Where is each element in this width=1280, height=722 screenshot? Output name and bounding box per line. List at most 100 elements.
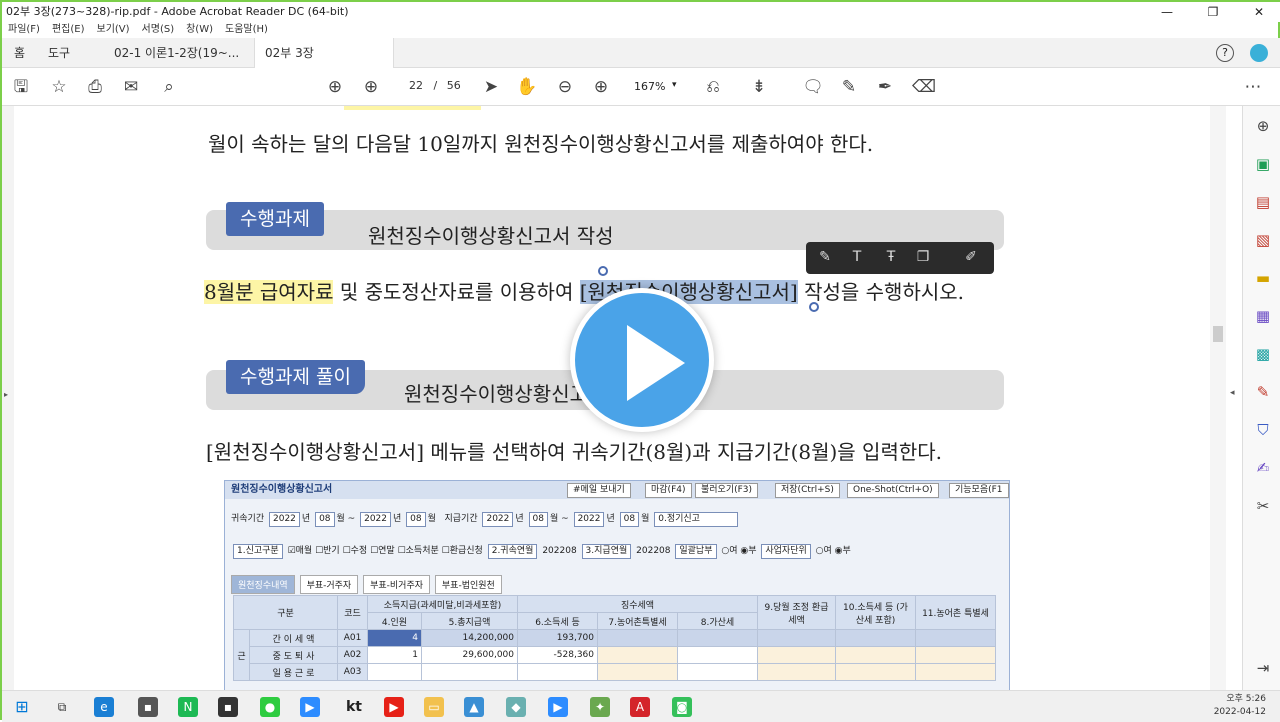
export-pdf-icon[interactable]: ▧ (1253, 230, 1273, 250)
embedded-app-screenshot: 원천징수이행상황신고서 #메일 보내기 마감(F4) 불러오기(F3) 저장(C… (224, 480, 1010, 690)
app-icon-1[interactable]: ▪ (138, 697, 158, 717)
zoom-app-icon-2[interactable]: ▶ (548, 697, 568, 717)
task-view-icon[interactable]: ⧉ (52, 697, 72, 717)
text-strike-icon[interactable]: T (848, 249, 866, 265)
play-button[interactable] (570, 288, 714, 432)
app-icon-4[interactable]: ✦ (590, 697, 610, 717)
kt-icon[interactable]: kt (340, 697, 368, 717)
scrollbar-thumb[interactable] (1213, 326, 1223, 342)
page-number-input[interactable]: 22 (394, 78, 424, 93)
comment-tool-icon[interactable]: ▬ (1253, 268, 1273, 288)
menu-edit[interactable]: 편집(E) (52, 22, 85, 38)
help-icon[interactable]: ? (1216, 44, 1234, 62)
collapse-rail-icon[interactable]: ⇥ (1253, 658, 1273, 678)
month-unit: 월 (641, 514, 650, 524)
scan-icon[interactable]: ▩ (1253, 344, 1273, 364)
chevron-down-icon[interactable]: ▾ (672, 80, 677, 90)
folder-icon[interactable]: ▭ (424, 697, 444, 717)
header-total: 5.총지급액 (421, 612, 518, 630)
zoom-select[interactable]: 167% (634, 80, 665, 93)
monthly-checkbox: 매월 (295, 546, 313, 556)
menu-window[interactable]: 창(W) (186, 22, 213, 38)
fill-sign-tool-icon[interactable]: ✍ (1253, 458, 1273, 478)
photos-icon[interactable]: ▲ (464, 697, 484, 717)
protect-icon[interactable]: ⛉ (1253, 420, 1273, 440)
option-yes: 여 (729, 546, 738, 556)
youtube-icon[interactable]: ▶ (384, 697, 404, 717)
row-count (367, 663, 422, 681)
tab-home[interactable]: 홈 (14, 38, 25, 68)
save-icon[interactable]: 🖫 (10, 76, 32, 98)
fill-sign-icon[interactable]: ⌫ (912, 76, 936, 98)
left-panel-toggle[interactable]: ▸ (2, 106, 14, 690)
withholding-table: 구분 코드 소득지급(과세미달,비과세포함) 징수세액 9.당월 조정 환급세액… (233, 595, 996, 681)
zoom-app-icon[interactable]: ▶ (300, 697, 320, 717)
create-pdf-icon[interactable]: ▣ (1253, 154, 1273, 174)
option-no: 부 (748, 546, 757, 556)
tab-doc1[interactable]: 02-1 이론1-2장(19~... (114, 38, 239, 68)
copy-icon[interactable]: ❐ (914, 249, 932, 265)
email-icon[interactable]: ✉ (120, 76, 142, 98)
attribution-period-label: 귀속기간 (231, 514, 265, 524)
combine-files-icon[interactable]: ▦ (1253, 306, 1273, 326)
highlight-pen-icon[interactable]: ✎ (838, 76, 860, 98)
more-tools-wrench-icon[interactable]: ✂ (1253, 496, 1273, 516)
row-name: 간 이 세 액 (249, 629, 338, 647)
period-row: 귀속기간 2022 년 08 월 ~ 2022 년 08 월 지급기간 2022 년 08… (231, 511, 740, 527)
close-deadline-button: 마감(F4) (645, 483, 692, 498)
restore-button[interactable]: ❐ (1190, 2, 1236, 22)
edit-pdf-icon[interactable]: ✎ (1253, 382, 1273, 402)
selection-end-handle[interactable] (809, 302, 819, 312)
more-tools-icon[interactable]: ⋯ (1242, 76, 1264, 98)
selection-start-handle[interactable] (598, 266, 608, 276)
organize-pages-icon[interactable]: ▤ (1253, 192, 1273, 212)
highlight-icon[interactable]: ✎ (816, 249, 834, 265)
row-empty (835, 663, 916, 681)
windows-start-icon[interactable]: ⊞ (12, 697, 32, 717)
prev-page-icon[interactable]: ⊕ (324, 76, 346, 98)
naver-icon[interactable]: N (178, 697, 198, 717)
month-unit: 월 (336, 514, 345, 524)
minimize-button[interactable]: — (1144, 2, 1190, 22)
app-icon-3[interactable]: ◆ (506, 697, 526, 717)
next-page-icon[interactable]: ⊕ (360, 76, 382, 98)
avatar[interactable] (1250, 44, 1268, 62)
menu-sign[interactable]: 서명(S) (142, 22, 175, 38)
sign-icon[interactable]: ✒ (874, 76, 896, 98)
app-icon-5[interactable]: ◙ (672, 697, 692, 717)
header-tax: 6.소득세 등 (517, 612, 598, 630)
menu-view[interactable]: 보기(V) (97, 22, 130, 38)
zoom-icon[interactable]: ⊕ (1253, 116, 1273, 136)
menu-help[interactable]: 도움말(H) (225, 22, 268, 38)
edit-text-icon[interactable]: ✐ (962, 249, 980, 265)
edge-icon[interactable]: e (94, 697, 114, 717)
vertical-scrollbar[interactable] (1210, 106, 1226, 690)
app-icon-2[interactable]: ▪ (218, 697, 238, 717)
header-rural: 7.농어촌특별세 (597, 612, 678, 630)
scroll-mode-icon[interactable]: ⇟ (748, 76, 770, 98)
tab-tools[interactable]: 도구 (48, 38, 70, 68)
comment-icon[interactable]: 🗨 (802, 76, 824, 98)
select-cursor-icon[interactable]: ➤ (480, 76, 502, 98)
line-icon[interactable]: ● (260, 697, 280, 717)
zoom-in-icon[interactable]: ⊕ (590, 76, 612, 98)
clock-time: 오후 5:26 (1226, 694, 1266, 704)
field-month: 08 (619, 512, 640, 527)
close-window-button[interactable]: ✕ (1236, 2, 1280, 22)
acrobat-icon[interactable]: A (630, 697, 650, 717)
tab-doc2[interactable]: 02부 3장(273~328)-... × (254, 38, 394, 90)
subtab-nonresident: 부표-비거주자 (363, 575, 431, 594)
expand-left-icon[interactable]: ▸ (4, 390, 8, 399)
search-icon[interactable]: ⌕ (158, 76, 180, 98)
row-count: 1 (367, 646, 422, 664)
bookmark-star-icon[interactable]: ☆ (48, 76, 70, 98)
fit-page-icon[interactable]: ⎌ (702, 76, 724, 98)
print-icon[interactable]: ⎙ (84, 76, 106, 98)
hand-tool-icon[interactable]: ✋ (516, 76, 538, 98)
menu-file[interactable]: 파일(F) (8, 22, 40, 38)
clock-date: 2022-04-12 (1213, 707, 1266, 717)
text-underline-icon[interactable]: Ŧ (882, 249, 900, 265)
zoom-out-icon[interactable]: ⊖ (554, 76, 576, 98)
collapse-left-icon[interactable]: ◂ (1230, 388, 1235, 398)
system-clock[interactable]: 오후 5:26 2022-04-12 (1214, 693, 1266, 719)
